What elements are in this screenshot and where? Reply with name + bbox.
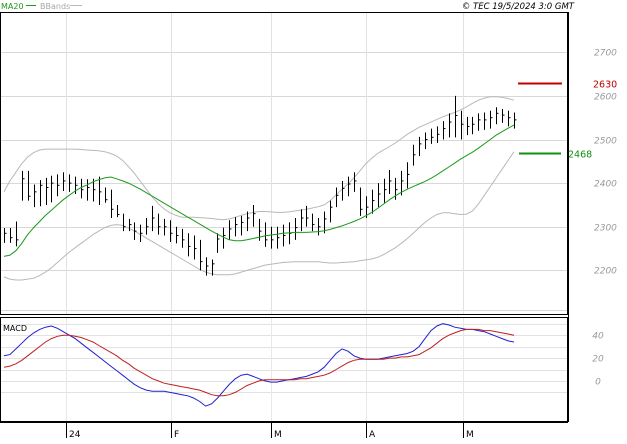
main-y-tick-label: 2500 bbox=[594, 137, 617, 147]
legend-ma20: MA20 bbox=[1, 2, 24, 11]
copyright-text: © TEC 19/5/2024 3:0 GMT bbox=[462, 2, 575, 12]
x-tick-label: M bbox=[274, 430, 282, 440]
macd-y-tick-label: 20 bbox=[592, 355, 604, 365]
macd-panel-frame bbox=[0, 317, 568, 422]
header-legend: MA20 BBands bbox=[1, 2, 82, 11]
macd-y-tick-label: 40 bbox=[592, 332, 604, 342]
main-y-tick-label: 2600 bbox=[594, 93, 617, 103]
x-tick-label: A bbox=[369, 430, 376, 440]
x-tick-label: F bbox=[174, 430, 179, 440]
main-y-tick-label: 2700 bbox=[594, 49, 617, 59]
x-tick-label: M bbox=[466, 430, 474, 440]
chart-root: 2630 2468 2200 2300 2400 2500 2600 2700 0 20 40 24… bbox=[0, 0, 627, 440]
chart-svg: 2630 2468 2200 2300 2400 2500 2600 2700 0 20 40 24… bbox=[0, 2, 617, 440]
main-panel-frame bbox=[0, 12, 568, 315]
legend-bbands: BBands bbox=[40, 2, 70, 11]
main-y-tick-label: 2200 bbox=[594, 267, 617, 277]
macd-title: MACD bbox=[3, 324, 27, 333]
price-marker-label: 2630 bbox=[593, 80, 617, 91]
macd-y-tick-label: 0 bbox=[595, 378, 601, 388]
main-y-tick-label: 2400 bbox=[594, 180, 617, 190]
x-tick-label: 24 bbox=[69, 430, 81, 440]
price-marker-label: 2468 bbox=[568, 150, 592, 161]
main-y-tick-label: 2300 bbox=[594, 224, 617, 234]
